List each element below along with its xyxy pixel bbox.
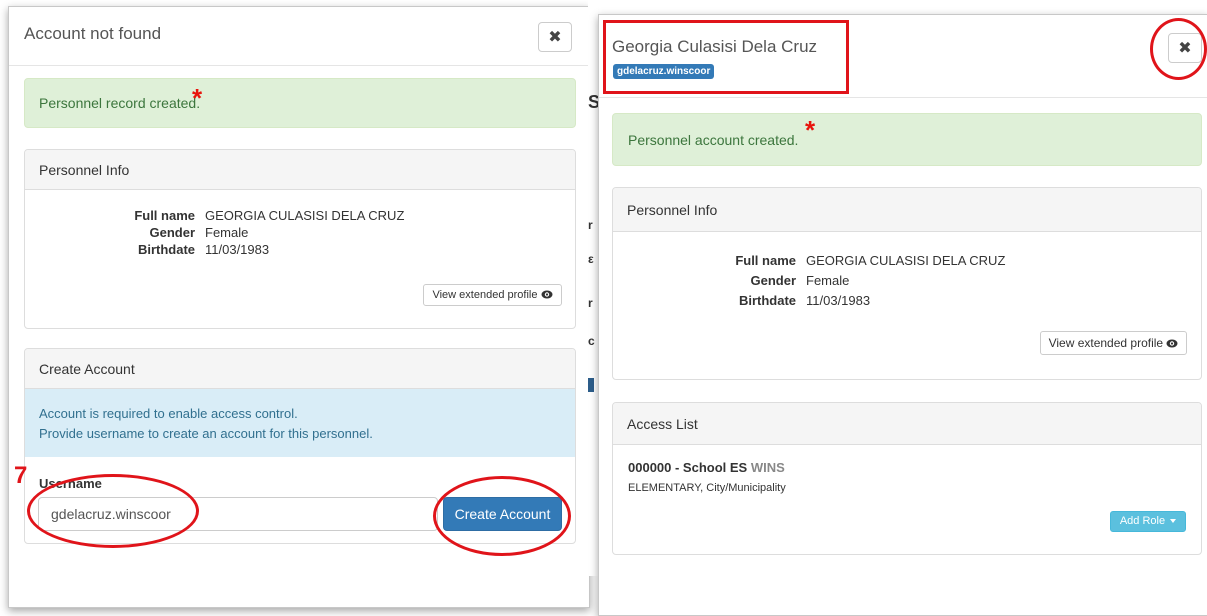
success-alert: Personnel account created. bbox=[612, 113, 1202, 166]
gender-value: Female bbox=[205, 225, 249, 240]
add-role-label: Add Role bbox=[1119, 515, 1166, 527]
modal-header: Account not found ✖ bbox=[9, 7, 589, 66]
annotation-ellipse-close bbox=[1150, 18, 1207, 80]
personnel-info-panel: Personnel Info Full name GEORGIA CULASISI… bbox=[24, 149, 576, 329]
modal-title: Account not found bbox=[24, 24, 162, 43]
success-alert: Personnel record created. bbox=[24, 78, 576, 128]
panel-heading: Personnel Info bbox=[25, 150, 575, 190]
alert-text: Personnel account created. bbox=[628, 132, 799, 148]
school-code-name: 000000 - School ES bbox=[628, 460, 748, 475]
eye-icon bbox=[541, 290, 553, 299]
gender-label: Gender bbox=[750, 273, 796, 288]
birthdate-value: 11/03/1983 bbox=[205, 242, 270, 257]
personnel-details: Full name GEORGIA CULASISI DELA CRUZ Gend… bbox=[613, 251, 1005, 311]
birthdate-label: Birthdate bbox=[738, 293, 796, 308]
school-tag: WINS bbox=[750, 460, 785, 475]
access-list-panel: Access List 000000 - School ES WINS ELEM… bbox=[612, 402, 1202, 555]
access-item-title: 000000 - School ES WINS bbox=[628, 460, 785, 475]
view-profile-label: View extended profile bbox=[1048, 336, 1164, 350]
caret-down-icon bbox=[1170, 519, 1177, 524]
info-line-1: Account is required to enable access con… bbox=[39, 406, 298, 421]
birthdate-value: 11/03/1983 bbox=[806, 293, 871, 308]
close-icon: ✖ bbox=[548, 29, 562, 46]
panel-heading: Personnel Info bbox=[613, 188, 1201, 232]
background-page-fragment: S r ε r c bbox=[588, 0, 600, 576]
annotation-ellipse-username bbox=[27, 474, 199, 548]
full-name-label: Full name bbox=[735, 253, 796, 268]
personnel-info-panel: Personnel Info Full name GEORGIA CULASISI… bbox=[612, 187, 1202, 380]
account-created-modal: Georgia Culasisi Dela Cruz gdelacruz.win… bbox=[598, 14, 1207, 616]
info-line-2: Provide username to create an account fo… bbox=[39, 426, 373, 441]
full-name-label: Full name bbox=[134, 208, 195, 223]
full-name-value: GEORGIA CULASISI DELA CRUZ bbox=[205, 208, 405, 223]
annotation-step-number: 7 bbox=[14, 462, 28, 489]
school-description: ELEMENTARY, City/Municipality bbox=[628, 482, 786, 494]
personnel-details: Full name GEORGIA CULASISI DELA CRUZ Gend… bbox=[25, 207, 404, 258]
annotation-rect-title bbox=[603, 20, 849, 94]
full-name-value: GEORGIA CULASISI DELA CRUZ bbox=[806, 253, 1006, 268]
annotation-star: * bbox=[192, 83, 203, 113]
birthdate-label: Birthdate bbox=[137, 242, 195, 257]
alert-text: Personnel record created. bbox=[39, 95, 201, 111]
eye-icon bbox=[1166, 339, 1178, 348]
view-extended-profile-button[interactable]: View extended profile bbox=[423, 284, 562, 306]
panel-heading: Access List bbox=[613, 403, 1201, 445]
info-alert: Account is required to enable access con… bbox=[25, 389, 575, 457]
close-button[interactable]: ✖ bbox=[538, 22, 572, 52]
gender-value: Female bbox=[806, 273, 850, 288]
view-profile-label: View extended profile bbox=[432, 289, 538, 301]
panel-heading: Create Account bbox=[25, 349, 575, 389]
view-extended-profile-button[interactable]: View extended profile bbox=[1040, 331, 1187, 355]
add-role-button[interactable]: Add Role bbox=[1110, 511, 1186, 532]
annotation-star: * bbox=[805, 115, 816, 145]
gender-label: Gender bbox=[149, 225, 195, 240]
annotation-ellipse-create-button bbox=[433, 476, 571, 556]
